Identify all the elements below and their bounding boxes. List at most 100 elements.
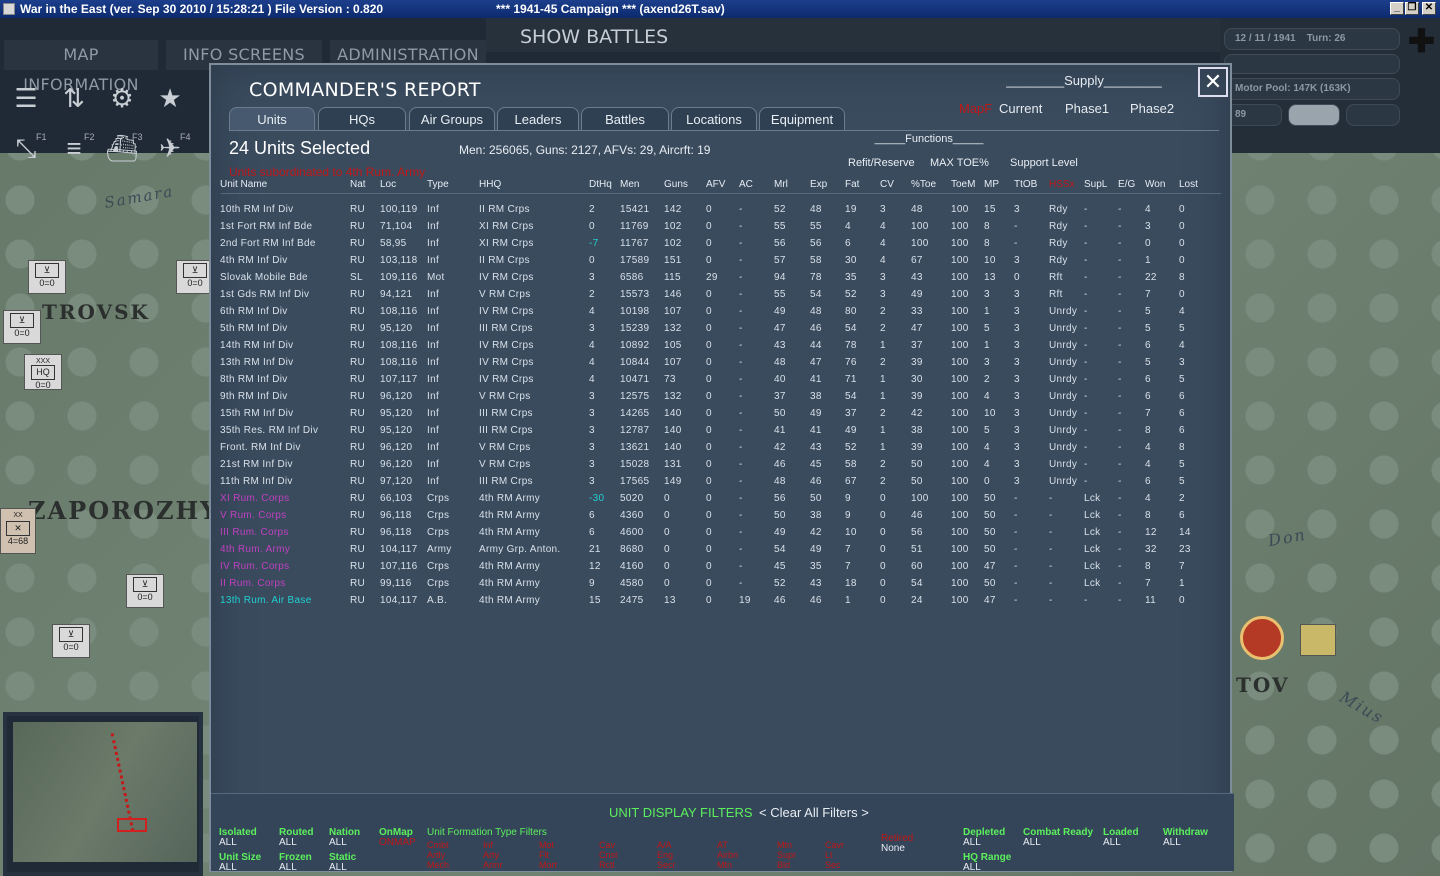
show-battles-button[interactable]: SHOW BATTLES — [486, 18, 1220, 52]
tab-hqs[interactable]: HQs — [318, 107, 406, 131]
table-row[interactable]: III Rum. Corps RU 96,118 Crps 4th RM Army 6 46… — [211, 525, 1234, 542]
filter-type-col-2[interactable]: Inf Arty Armr — [483, 840, 503, 870]
table-row[interactable]: 21st RM Inf Div RU 96,120 Inf V RM Crps 3 1502… — [211, 457, 1234, 474]
table-row[interactable]: 11th RM Inf Div RU 97,120 Inf III RM Crps 3 17… — [211, 474, 1234, 491]
minimap-view[interactable] — [13, 722, 197, 862]
cell-unit-name[interactable]: IV Rum. Corps — [220, 561, 289, 572]
table-row[interactable]: 15th RM Inf Div RU 95,120 Inf III RM Crps 3 14… — [211, 406, 1234, 423]
tank-unit-icon[interactable] — [1240, 616, 1284, 660]
cell-unit-name[interactable]: 6th RM Inf Div — [220, 306, 288, 317]
sliders-icon[interactable]: ⇅ — [54, 80, 94, 116]
table-row[interactable]: 1st Gds RM Inf Div RU 94,121 Inf V RM Crps 2 1… — [211, 287, 1234, 304]
minimize-button[interactable]: _ — [1390, 2, 1404, 15]
filter-static[interactable]: Static ALL — [329, 853, 356, 873]
tab-equipment[interactable]: Equipment — [759, 107, 845, 131]
close-window-button[interactable]: ✕ — [1422, 2, 1436, 15]
col-header-won[interactable]: Won — [1145, 179, 1165, 190]
unit-counter[interactable] — [1300, 624, 1336, 656]
col-header-fat[interactable]: Fat — [845, 179, 859, 190]
filter-unit-size[interactable]: Unit Size ALL — [219, 853, 261, 873]
filter-type-col-3[interactable]: Mot Flt Mort — [539, 840, 557, 870]
table-row[interactable]: 1st Fort RM Inf Bde RU 71,104 Inf XI RM Crps… — [211, 219, 1234, 236]
unit-counter[interactable]: ⊻ 0=0 — [3, 310, 41, 344]
unit-counter[interactable]: ⊻ 0=0 — [28, 260, 66, 294]
supply-mapf[interactable]: MapF — [959, 101, 992, 116]
col-header-lost[interactable]: Lost — [1179, 179, 1198, 190]
cell-unit-name[interactable]: 11th RM Inf Div — [220, 476, 293, 487]
toggle-button[interactable] — [1288, 104, 1340, 126]
table-row[interactable]: 10th RM Inf Div RU 100,119 Inf II RM Crps 2 15… — [211, 202, 1234, 219]
col-header-hhq[interactable]: HHQ — [479, 179, 501, 190]
cell-unit-name[interactable]: 4th Rum. Army — [220, 544, 290, 555]
cell-unit-name[interactable]: 2nd Fort RM Inf Bde — [220, 238, 316, 249]
table-row[interactable]: 4th RM Inf Div RU 103,118 Inf II RM Crps 0 175… — [211, 253, 1234, 270]
col-header-ac[interactable]: AC — [739, 179, 753, 190]
col-header-type[interactable]: Type — [427, 179, 449, 190]
col-header-hssx[interactable]: HSSx — [1049, 179, 1075, 190]
table-row[interactable]: 4th Rum. Army RU 104,117 Army Army Grp. Anto… — [211, 542, 1234, 559]
table-row[interactable]: 14th RM Inf Div RU 108,116 Inf IV RM Crps 4 10… — [211, 338, 1234, 355]
close-button[interactable]: ✕ — [1198, 67, 1228, 97]
filter-type-col-4[interactable]: Cav Cnst Rctl — [599, 840, 618, 870]
table-row[interactable]: IV Rum. Corps RU 107,116 Crps 4th RM Army 12 4… — [211, 559, 1234, 576]
table-row[interactable]: 8th RM Inf Div RU 107,117 Inf IV RM Crps 4 104… — [211, 372, 1234, 389]
cell-unit-name[interactable]: 5th RM Inf Div — [220, 323, 288, 334]
cell-unit-name[interactable]: 9th RM Inf Div — [220, 391, 288, 402]
cell-unit-name[interactable]: 1st Gds RM Inf Div — [220, 289, 309, 300]
filter-depleted[interactable]: Depleted ALL — [963, 828, 1005, 848]
cell-unit-name[interactable]: 10th RM Inf Div — [220, 204, 293, 215]
table-row[interactable]: Front. RM Inf Div RU 96,120 Inf V RM Crps 3 13… — [211, 440, 1234, 457]
cell-unit-name[interactable]: 8th RM Inf Div — [220, 374, 288, 385]
table-row[interactable]: 5th RM Inf Div RU 95,120 Inf III RM Crps 3 152… — [211, 321, 1234, 338]
col-header-cv[interactable]: CV — [880, 179, 894, 190]
filter-onmap[interactable]: OnMap ONMAP — [379, 828, 416, 848]
col-header-supl[interactable]: SupL — [1084, 179, 1107, 190]
table-row[interactable]: 2nd Fort RM Inf Bde RU 58,95 Inf XI RM Crps -… — [211, 236, 1234, 253]
cell-unit-name[interactable]: Slovak Mobile Bde — [220, 272, 308, 283]
col-header-mrl[interactable]: Mrl — [774, 179, 788, 190]
filter-frozen[interactable]: Frozen ALL — [279, 853, 312, 873]
table-row[interactable]: 9th RM Inf Div RU 96,120 Inf V RM Crps 3 12575… — [211, 389, 1234, 406]
tab-air-groups[interactable]: Air Groups — [409, 107, 495, 131]
cell-unit-name[interactable]: II Rum. Corps — [220, 578, 286, 589]
supply-phase2[interactable]: Phase2 — [1130, 101, 1174, 116]
table-row[interactable]: 13th RM Inf Div RU 108,116 Inf IV RM Crps 4 10… — [211, 355, 1234, 372]
stack-icon[interactable]: ☰ — [6, 80, 46, 116]
tab-locations[interactable]: Locations — [671, 107, 757, 131]
col-header-guns[interactable]: Guns — [664, 179, 688, 190]
cell-unit-name[interactable]: 21st RM Inf Div — [220, 459, 293, 470]
supply-phase1[interactable]: Phase1 — [1065, 101, 1109, 116]
col-header-dthq[interactable]: DtHq — [589, 179, 612, 190]
filter-type-col-6[interactable]: AT Airbn Mtn — [717, 840, 738, 870]
col-header-loc[interactable]: Loc — [380, 179, 396, 190]
filter-isolated[interactable]: Isolated ALL — [219, 828, 257, 848]
tab-leaders[interactable]: Leaders — [497, 107, 579, 131]
cell-unit-name[interactable]: 4th RM Inf Div — [220, 255, 288, 266]
table-row[interactable]: V Rum. Corps RU 96,118 Crps 4th RM Army 6 4360… — [211, 508, 1234, 525]
star-icon[interactable]: ★ — [150, 80, 190, 116]
cell-unit-name[interactable]: V Rum. Corps — [220, 510, 286, 521]
col-header-ttob[interactable]: TtOB — [1014, 179, 1037, 190]
table-row[interactable]: II Rum. Corps RU 99,116 Crps 4th RM Army 9 458… — [211, 576, 1234, 593]
tab-units[interactable]: Units — [229, 107, 315, 131]
filter-type-col-5[interactable]: A/A Eng Secr — [657, 840, 676, 870]
tab-battles[interactable]: Battles — [581, 107, 669, 131]
cell-unit-name[interactable]: 13th Rum. Air Base — [220, 595, 312, 606]
cell-unit-name[interactable]: 14th RM Inf Div — [220, 340, 293, 351]
filter-routed[interactable]: Routed ALL — [279, 828, 313, 848]
supply-current[interactable]: Current — [999, 101, 1042, 116]
cell-unit-name[interactable]: 15th RM Inf Div — [220, 408, 293, 419]
col-header-exp[interactable]: Exp — [810, 179, 827, 190]
filter-type-col-7[interactable]: Mtn Supr Bld — [777, 840, 796, 870]
table-row[interactable]: 13th Rum. Air Base RU 104,117 A.B. 4th RM Ar… — [211, 593, 1234, 610]
unit-counter[interactable]: XX ✕ 4=68 — [0, 508, 36, 554]
minimap[interactable] — [3, 712, 203, 876]
hq-counter[interactable]: XXX HQ 0=0 — [24, 354, 62, 390]
table-row[interactable]: XI Rum. Corps RU 66,103 Crps 4th RM Army -30 5… — [211, 491, 1234, 508]
filter-nation[interactable]: Nation ALL — [329, 828, 360, 848]
col-header-pct-toe[interactable]: %Toe — [911, 179, 936, 190]
col-header-mp[interactable]: MP — [984, 179, 999, 190]
cell-unit-name[interactable]: 35th Res. RM Inf Div — [220, 425, 318, 436]
cell-unit-name[interactable]: 13th RM Inf Div — [220, 357, 293, 368]
filter-loaded[interactable]: Loaded ALL — [1103, 828, 1139, 848]
